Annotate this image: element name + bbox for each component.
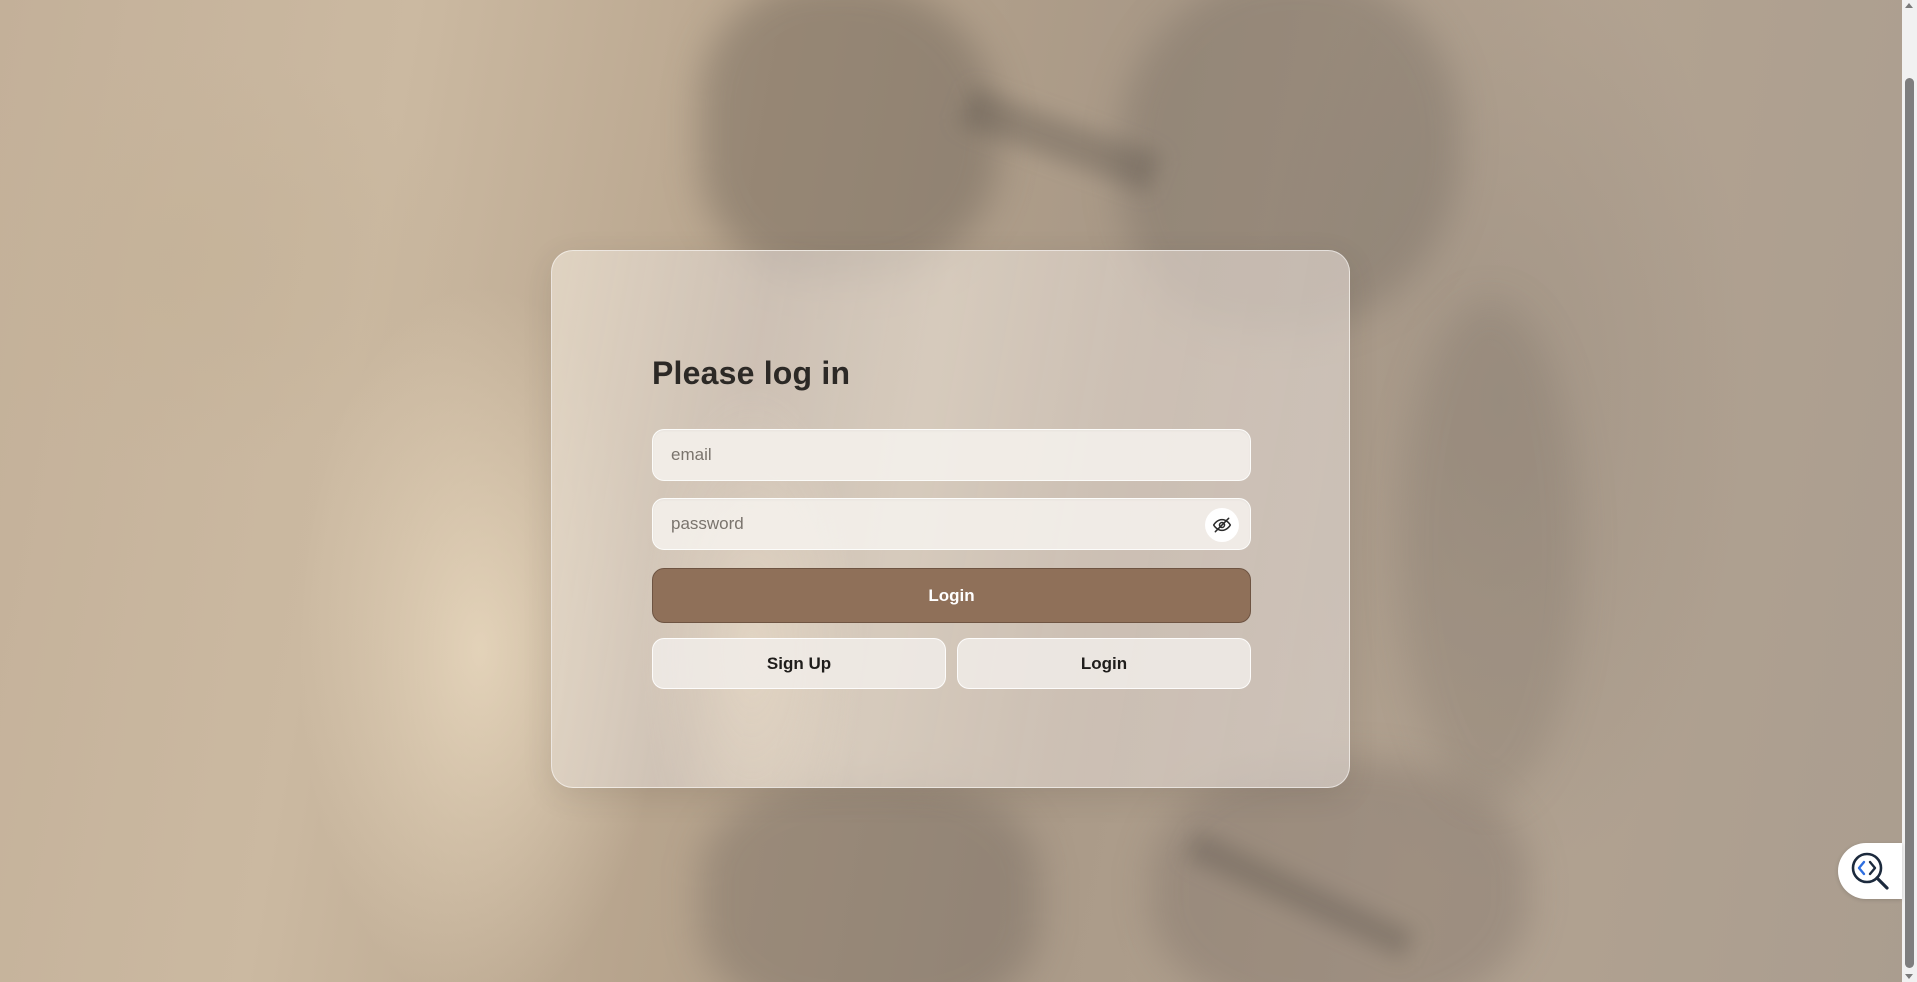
- scroll-up-arrow-icon[interactable]: [1905, 3, 1913, 8]
- password-visibility-toggle[interactable]: [1205, 508, 1239, 542]
- email-field-wrapper: [652, 429, 1251, 481]
- plant-shadow: [700, 780, 1040, 982]
- eye-off-icon: [1212, 515, 1232, 535]
- sign-up-button[interactable]: Sign Up: [652, 638, 946, 689]
- password-input[interactable]: [653, 499, 1250, 549]
- scrollbar-thumb[interactable]: [1905, 78, 1914, 968]
- code-search-icon: [1849, 850, 1891, 892]
- code-inspector-widget[interactable]: [1838, 843, 1902, 899]
- email-input[interactable]: [653, 430, 1250, 480]
- login-button[interactable]: Login: [652, 568, 1251, 623]
- login-card: Please log in Login Sign Up Login: [551, 250, 1350, 788]
- login-secondary-button[interactable]: Login: [957, 638, 1251, 689]
- plant-shadow: [700, 0, 1000, 280]
- plant-shadow: [1400, 300, 1580, 800]
- password-field-wrapper: [652, 498, 1251, 550]
- scroll-down-arrow-icon[interactable]: [1905, 974, 1913, 979]
- page: Please log in Login Sign Up Login: [0, 0, 1917, 982]
- vertical-scrollbar[interactable]: [1902, 0, 1917, 982]
- login-title: Please log in: [652, 355, 851, 391]
